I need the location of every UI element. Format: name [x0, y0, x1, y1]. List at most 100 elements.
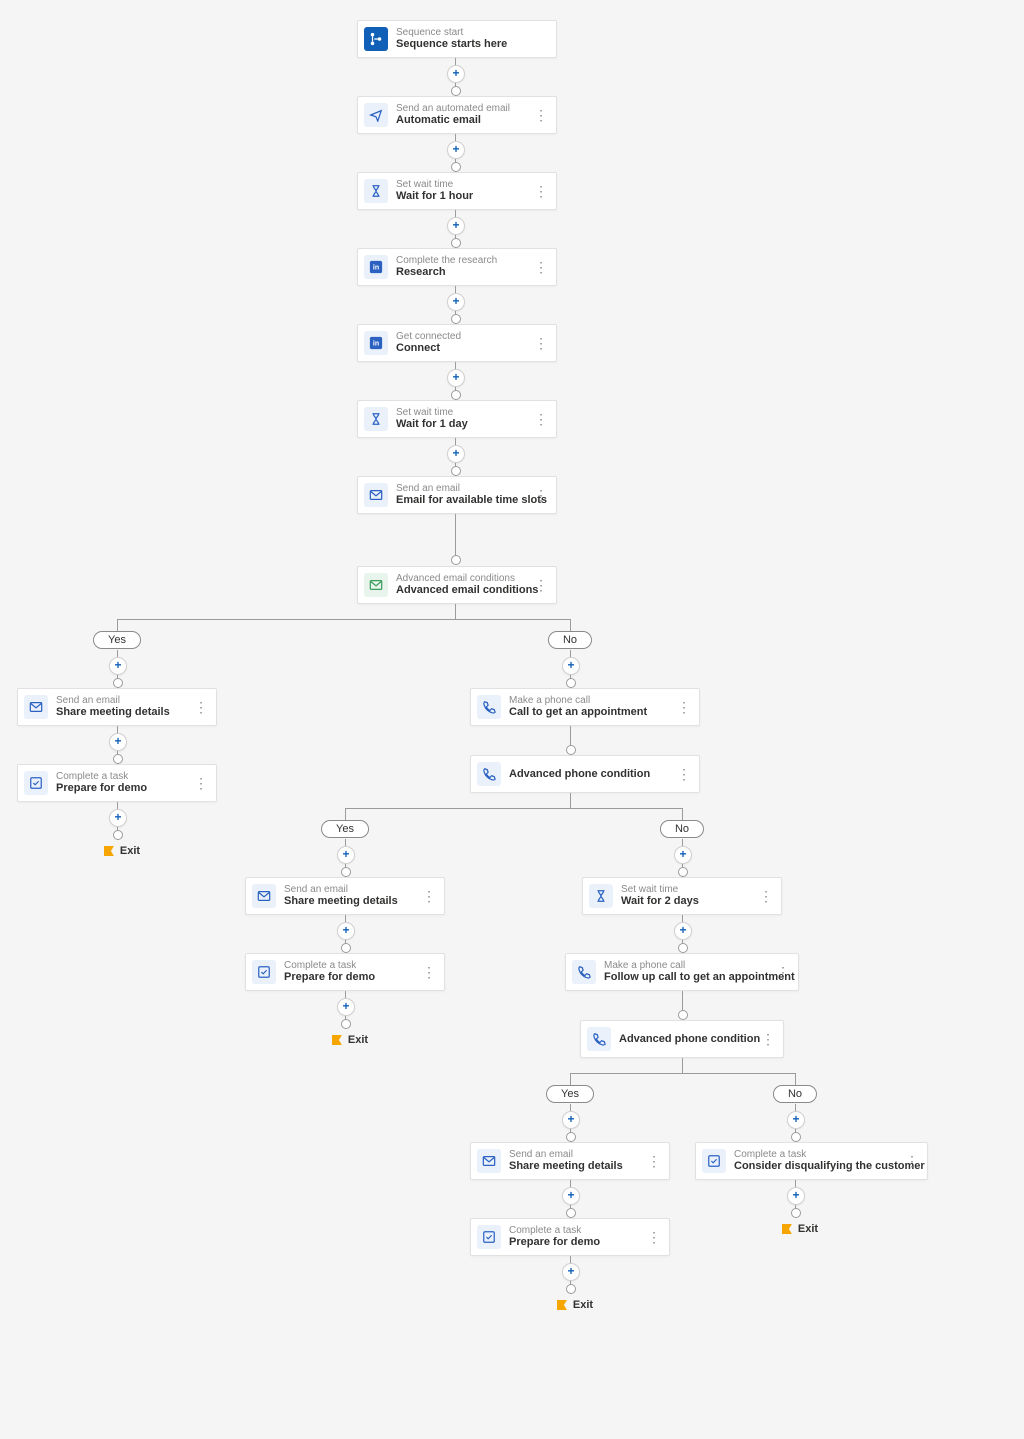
add-step-button[interactable]: +: [562, 1187, 580, 1205]
add-step-button[interactable]: +: [787, 1111, 805, 1129]
label: Make a phone call: [604, 960, 774, 972]
add-step-button[interactable]: +: [447, 445, 465, 463]
node-automatic-email[interactable]: Send an automated email Automatic email …: [357, 96, 557, 134]
title: Advanced phone condition: [509, 768, 650, 781]
title: Prepare for demo: [509, 1236, 600, 1249]
node-followup-call[interactable]: Make a phone call Follow up call to get …: [565, 953, 799, 991]
node-advanced-phone-condition-2[interactable]: Advanced phone condition ⋮: [580, 1020, 784, 1058]
more-menu[interactable]: ⋮: [532, 412, 550, 426]
more-menu[interactable]: ⋮: [532, 260, 550, 274]
more-menu[interactable]: ⋮: [675, 767, 693, 781]
node-sequence-start[interactable]: Sequence start Sequence starts here: [357, 20, 557, 58]
more-menu[interactable]: ⋮: [675, 700, 693, 714]
label: Send an automated email: [396, 103, 510, 115]
connector-dot: [678, 943, 688, 953]
add-step-button[interactable]: +: [562, 657, 580, 675]
label: Complete the research: [396, 255, 497, 267]
title: Automatic email: [396, 114, 510, 127]
connector-dot: [341, 867, 351, 877]
node-share-meeting-details-c[interactable]: Send an email Share meeting details ⋮: [470, 1142, 670, 1180]
connector-dot: [451, 390, 461, 400]
connector-dot: [113, 830, 123, 840]
label: Complete a task: [509, 1225, 600, 1237]
title: Connect: [396, 342, 461, 355]
more-menu[interactable]: ⋮: [903, 1154, 921, 1168]
node-wait-2-days[interactable]: Set wait time Wait for 2 days ⋮: [582, 877, 782, 915]
node-wait-1-day[interactable]: Set wait time Wait for 1 day ⋮: [357, 400, 557, 438]
more-menu[interactable]: ⋮: [759, 1032, 777, 1046]
sequence-start-icon: [364, 27, 388, 51]
connector-dot: [341, 943, 351, 953]
add-step-button[interactable]: +: [109, 733, 127, 751]
add-step-button[interactable]: +: [447, 141, 465, 159]
more-menu[interactable]: ⋮: [420, 889, 438, 903]
title: Advanced email conditions: [396, 584, 532, 597]
more-menu[interactable]: ⋮: [757, 889, 775, 903]
node-prepare-demo-c[interactable]: Complete a task Prepare for demo ⋮: [470, 1218, 670, 1256]
connector: [345, 808, 346, 820]
label: Send an email: [509, 1149, 623, 1161]
connector: [455, 604, 456, 619]
branch-pill-yes: Yes: [93, 631, 141, 649]
connector: [795, 1073, 796, 1085]
add-step-button[interactable]: +: [447, 293, 465, 311]
more-menu[interactable]: ⋮: [532, 578, 550, 592]
label: Complete a task: [284, 960, 375, 972]
add-step-button[interactable]: +: [674, 922, 692, 940]
more-menu[interactable]: ⋮: [532, 184, 550, 198]
node-prepare-demo-a[interactable]: Complete a task Prepare for demo ⋮: [17, 764, 217, 802]
connector: [682, 808, 683, 820]
add-step-button[interactable]: +: [562, 1263, 580, 1281]
more-menu[interactable]: ⋮: [420, 965, 438, 979]
more-menu[interactable]: ⋮: [532, 488, 550, 502]
add-step-button[interactable]: +: [674, 846, 692, 864]
more-menu[interactable]: ⋮: [774, 965, 792, 979]
connector-dot: [451, 555, 461, 565]
node-email-timeslots[interactable]: Send an email Email for available time s…: [357, 476, 557, 514]
linkedin-icon: in: [364, 331, 388, 355]
node-call-appointment[interactable]: Make a phone call Call to get an appoint…: [470, 688, 700, 726]
label: Complete a task: [56, 771, 147, 783]
add-step-button[interactable]: +: [447, 65, 465, 83]
node-share-meeting-details-b[interactable]: Send an email Share meeting details ⋮: [245, 877, 445, 915]
add-step-button[interactable]: +: [337, 922, 355, 940]
title: Follow up call to get an appointment: [604, 971, 774, 984]
more-menu[interactable]: ⋮: [645, 1230, 663, 1244]
more-menu[interactable]: ⋮: [645, 1154, 663, 1168]
send-icon: [364, 103, 388, 127]
task-icon: [702, 1149, 726, 1173]
node-connect[interactable]: in Get connected Connect ⋮: [357, 324, 557, 362]
connector-dot: [566, 1208, 576, 1218]
label: Send an email: [56, 695, 170, 707]
node-wait-1-hour[interactable]: Set wait time Wait for 1 hour ⋮: [357, 172, 557, 210]
add-step-button[interactable]: +: [337, 998, 355, 1016]
add-step-button[interactable]: +: [447, 369, 465, 387]
hourglass-icon: [589, 884, 613, 908]
label: Get connected: [396, 331, 461, 343]
add-step-button[interactable]: +: [109, 809, 127, 827]
more-menu[interactable]: ⋮: [532, 336, 550, 350]
exit-label: Exit: [782, 1223, 818, 1235]
node-prepare-demo-b[interactable]: Complete a task Prepare for demo ⋮: [245, 953, 445, 991]
connector-dot: [678, 867, 688, 877]
add-step-button[interactable]: +: [562, 1111, 580, 1129]
exit-label: Exit: [104, 845, 140, 857]
add-step-button[interactable]: +: [109, 657, 127, 675]
connector-dot: [566, 1284, 576, 1294]
connector: [570, 793, 571, 808]
more-menu[interactable]: ⋮: [192, 700, 210, 714]
add-step-button[interactable]: +: [447, 217, 465, 235]
node-research[interactable]: in Complete the research Research ⋮: [357, 248, 557, 286]
title: Advanced phone condition: [619, 1033, 759, 1046]
node-share-meeting-details-a[interactable]: Send an email Share meeting details ⋮: [17, 688, 217, 726]
add-step-button[interactable]: +: [337, 846, 355, 864]
more-menu[interactable]: ⋮: [192, 776, 210, 790]
label: Set wait time: [621, 884, 699, 896]
node-disqualify-customer[interactable]: Complete a task Consider disqualifying t…: [695, 1142, 928, 1180]
node-advanced-email-conditions[interactable]: Advanced email conditions Advanced email…: [357, 566, 557, 604]
node-advanced-phone-condition-1[interactable]: Advanced phone condition ⋮: [470, 755, 700, 793]
connector-dot: [451, 86, 461, 96]
more-menu[interactable]: ⋮: [532, 108, 550, 122]
add-step-button[interactable]: +: [787, 1187, 805, 1205]
connector-dot: [566, 678, 576, 688]
